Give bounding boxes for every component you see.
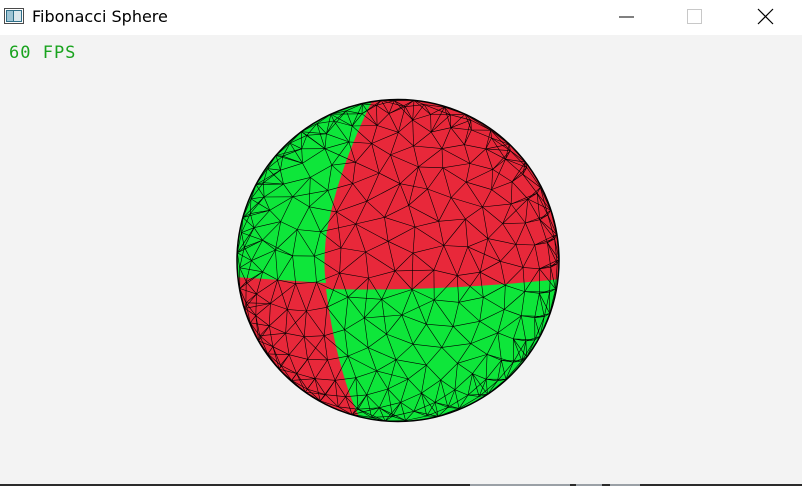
fibonacci-sphere [236,98,560,423]
minimize-icon [619,16,634,18]
close-button[interactable] [742,0,788,34]
window-title: Fibonacci Sphere [32,7,168,26]
close-icon [757,8,774,25]
minimize-button[interactable] [603,0,649,34]
fps-counter: 60 FPS [9,43,77,63]
title-bar[interactable]: Fibonacci Sphere [0,0,802,35]
maximize-icon [687,9,702,24]
app-window-icon [4,8,24,24]
maximize-button[interactable] [671,0,717,34]
app-window: Fibonacci Sphere 60 FPS [0,0,802,486]
